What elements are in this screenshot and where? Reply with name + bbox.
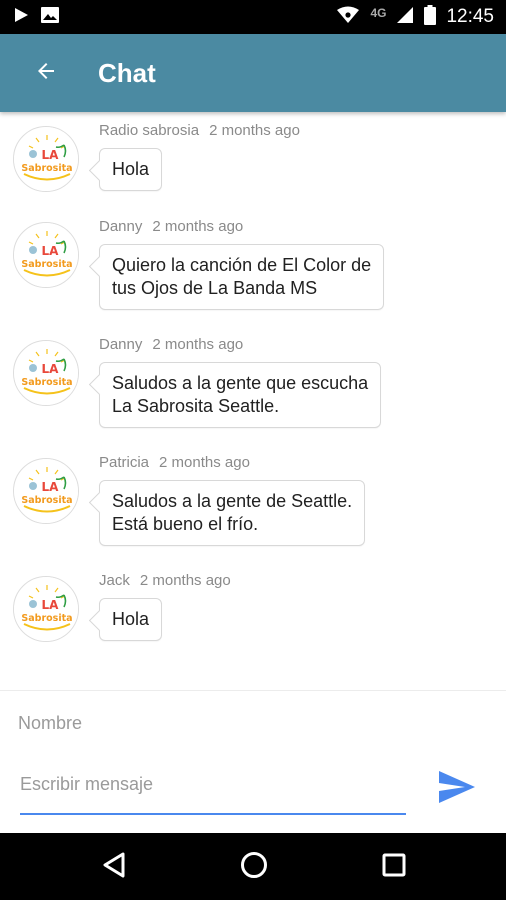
message-bubble: Quiero la canción de El Color de tus Ojo… <box>99 244 385 310</box>
message-time: 2 months ago <box>159 454 250 471</box>
message-text-line: Está bueno el frío. <box>112 514 259 534</box>
message-meta: Radio sabrosia 2 months ago <box>99 122 300 139</box>
status-time: 12:45 <box>446 6 494 27</box>
nav-home-button[interactable] <box>236 849 272 885</box>
author-name: Danny <box>99 336 143 353</box>
arrow-left-icon <box>34 59 58 87</box>
app-bar: Chat <box>0 34 506 112</box>
nav-recents-button[interactable] <box>376 849 412 885</box>
message-bubble: Hola <box>99 598 163 641</box>
play-icon <box>12 6 30 28</box>
avatar[interactable]: LA Sabrosita <box>13 340 79 406</box>
avatar[interactable]: LA Sabrosita <box>13 458 79 524</box>
nav-back-button[interactable] <box>96 849 132 885</box>
network-type: 4G <box>370 6 387 20</box>
author-name: Jack <box>99 572 130 589</box>
battery-icon <box>424 5 437 29</box>
message-meta: Patricia 2 months ago <box>99 454 250 471</box>
back-triangle-icon <box>101 851 127 883</box>
message-time: 2 months ago <box>139 572 231 589</box>
message-time: 2 months ago <box>152 218 244 235</box>
back-button[interactable] <box>26 53 66 93</box>
svg-text:LA: LA <box>42 362 60 376</box>
message-text-line: tus Ojos de La Banda MS <box>112 278 318 298</box>
send-icon <box>437 769 477 809</box>
svg-text:Sabrosita: Sabrosita <box>21 613 72 624</box>
message-time: 2 months ago <box>209 122 300 139</box>
message-text: Hola <box>112 609 150 629</box>
message-meta: Jack 2 months ago <box>99 572 231 589</box>
message-text-line: La Sabrosita Seattle. <box>112 396 280 416</box>
message-input[interactable] <box>20 767 406 815</box>
message-meta: Danny 2 months ago <box>99 218 243 235</box>
message-text-line: Saludos a la gente de Seattle. <box>112 491 353 511</box>
wifi-icon <box>336 6 360 28</box>
svg-text:Sabrosita: Sabrosita <box>21 377 72 388</box>
svg-text:LA: LA <box>42 244 60 258</box>
message-time: 2 months ago <box>152 336 244 353</box>
author-name: Patricia <box>99 454 150 471</box>
message-text-line: Quiero la canción de El Color de <box>112 255 372 275</box>
svg-text:LA: LA <box>42 148 60 162</box>
chat-message-list[interactable]: LA Sabrosita Radio sabrosia 2 months ago H… <box>0 112 506 690</box>
status-bar: 4G 12:45 <box>0 0 506 34</box>
image-icon <box>40 6 60 28</box>
status-right: 4G 12:45 <box>336 5 494 29</box>
message-text: Hola <box>112 159 150 179</box>
status-left <box>12 6 60 28</box>
svg-text:LA: LA <box>42 480 60 494</box>
message-bubble: Hola <box>99 148 163 191</box>
svg-text:Sabrosita: Sabrosita <box>21 163 72 174</box>
page-title: Chat <box>98 57 156 88</box>
message-bubble: Saludos a la gente de Seattle. Está buen… <box>99 480 366 546</box>
svg-text:Sabrosita: Sabrosita <box>21 259 72 270</box>
send-button[interactable] <box>436 769 478 809</box>
avatar[interactable]: LA Sabrosita <box>13 222 79 288</box>
system-nav-bar <box>0 833 506 900</box>
avatar[interactable]: LA Sabrosita <box>13 576 79 642</box>
name-input[interactable] <box>18 709 318 737</box>
recents-square-icon <box>381 852 407 882</box>
svg-text:LA: LA <box>42 598 60 612</box>
signal-icon <box>396 6 414 28</box>
avatar[interactable]: LA Sabrosita <box>13 126 79 192</box>
author-name: Radio sabrosia <box>99 122 200 139</box>
composer <box>0 690 506 833</box>
home-circle-icon <box>239 850 269 884</box>
message-meta: Danny 2 months ago <box>99 336 243 353</box>
message-bubble: Saludos a la gente que escucha La Sabros… <box>99 362 382 428</box>
author-name: Danny <box>99 218 143 235</box>
svg-text:Sabrosita: Sabrosita <box>21 495 72 506</box>
message-text-line: Saludos a la gente que escucha <box>112 373 369 393</box>
